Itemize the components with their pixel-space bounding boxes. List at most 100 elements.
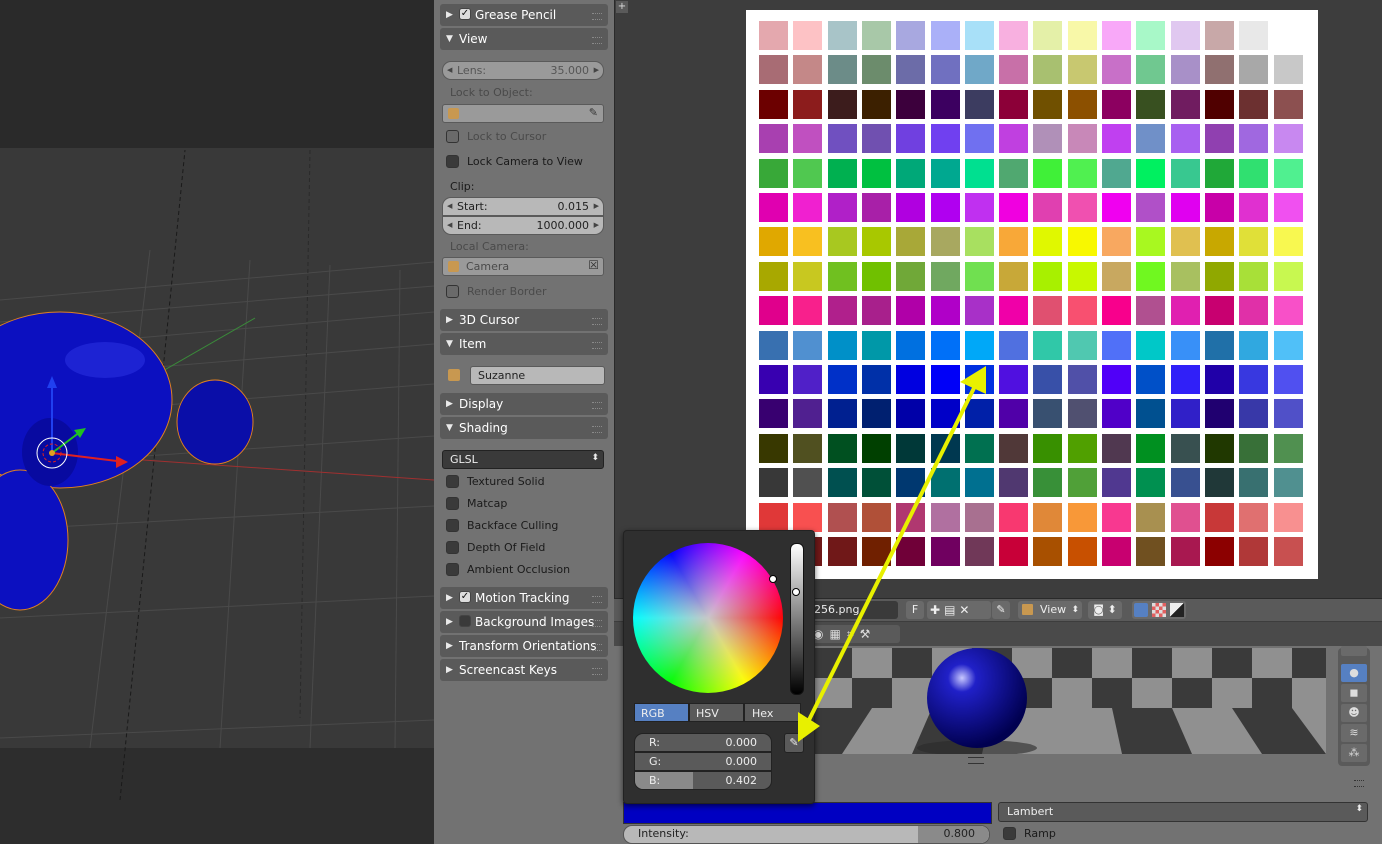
color-swatch[interactable] [930,365,960,394]
color-swatch[interactable] [759,158,788,188]
color-swatch[interactable] [930,502,960,532]
texture-icon[interactable]: ▦ [829,627,846,641]
sky-preview-icon[interactable]: ⁂ [1341,744,1367,762]
color-swatch[interactable] [1102,399,1131,429]
color-swatch[interactable] [1102,433,1131,463]
color-swatch[interactable] [1273,193,1303,222]
color-swatch[interactable] [999,55,1029,85]
color-swatch[interactable] [1273,365,1303,394]
color-swatch[interactable] [930,399,960,429]
drag-grip-icon[interactable] [592,426,602,433]
color-swatch[interactable] [1204,537,1234,566]
color-swatch[interactable] [827,468,857,498]
color-swatch[interactable] [759,296,788,326]
color-swatch[interactable] [1170,227,1200,257]
grid-icon[interactable]: ⌗ [847,627,860,641]
color-swatch[interactable] [999,89,1029,119]
color-swatch[interactable] [964,365,994,394]
color-swatch[interactable] [1204,502,1234,532]
color-swatch[interactable] [759,21,788,50]
color-swatch[interactable] [1239,399,1269,429]
color-swatch[interactable] [1170,158,1200,188]
color-swatch[interactable] [1033,365,1063,394]
motion-tracking-checkbox[interactable]: ✓ [459,591,471,603]
color-swatch[interactable] [827,261,857,291]
color-swatch[interactable] [964,193,994,222]
color-swatch[interactable] [861,55,891,85]
color-swatch[interactable] [896,537,926,566]
color-swatch[interactable] [930,330,960,360]
color-swatch[interactable] [1067,365,1097,394]
r-field[interactable]: R: 0.000 [634,733,772,752]
diffuse-shader-dropdown[interactable]: Lambert ⬍ [998,802,1368,822]
fake-user-button[interactable]: F [906,601,924,619]
color-swatch[interactable] [1033,193,1063,222]
color-swatch[interactable] [999,399,1029,429]
render-border-checkbox[interactable] [446,285,459,298]
image-name-field[interactable]: 256.png [810,601,898,619]
color-swatch[interactable] [827,433,857,463]
color-swatch[interactable] [861,433,891,463]
color-swatch[interactable] [759,261,788,291]
color-swatch[interactable] [827,89,857,119]
color-swatch[interactable] [1273,124,1303,154]
open-folder-icon[interactable]: ▤ [944,603,959,617]
color-swatch[interactable] [861,227,891,257]
color-swatch[interactable] [1136,433,1166,463]
color-swatch[interactable] [1204,261,1234,291]
color-swatch[interactable] [999,261,1029,291]
color-swatch[interactable] [759,468,788,498]
color-swatch[interactable] [1033,399,1063,429]
color-swatch[interactable] [930,89,960,119]
color-swatch[interactable] [759,227,788,257]
color-swatch[interactable] [1033,433,1063,463]
color-swatch[interactable] [896,55,926,85]
color-swatch[interactable] [827,537,857,566]
color-alpha-icon[interactable] [1134,603,1148,617]
color-swatch[interactable] [861,124,891,154]
color-swatch[interactable] [1102,296,1131,326]
color-swatch[interactable] [1273,227,1303,257]
b-field[interactable]: B: 0.402 [634,771,772,790]
drag-grip-icon[interactable] [1354,780,1364,787]
drag-grip-icon[interactable] [592,37,602,44]
color-swatch[interactable] [861,468,891,498]
color-swatch[interactable] [930,296,960,326]
color-swatch[interactable] [964,124,994,154]
color-swatch[interactable] [1136,296,1166,326]
color-swatch[interactable] [1170,89,1200,119]
color-swatch[interactable] [861,89,891,119]
panel-background-images[interactable]: ▶ Background Images [440,611,608,633]
color-swatch[interactable] [759,193,788,222]
color-swatch[interactable] [896,330,926,360]
color-swatch[interactable] [861,502,891,532]
alpha-checker-icon[interactable] [1152,603,1166,617]
color-swatch[interactable] [964,89,994,119]
color-swatch[interactable] [1033,227,1063,257]
color-swatch[interactable] [1273,21,1303,50]
color-swatch[interactable] [896,261,926,291]
color-swatch[interactable] [793,502,823,532]
sphere-preview-icon[interactable]: ● [1341,664,1367,682]
color-swatch[interactable] [896,89,926,119]
color-swatch[interactable] [1239,261,1269,291]
color-swatch[interactable] [1102,261,1131,291]
color-swatch[interactable] [1204,124,1234,154]
lock-to-cursor-checkbox[interactable] [446,130,459,143]
color-wheel[interactable] [633,543,783,693]
channels-group[interactable] [1132,601,1186,619]
color-swatch[interactable] [827,21,857,50]
tab-rgb[interactable]: RGB [634,703,689,722]
color-swatch[interactable] [1136,468,1166,498]
new-image-icon[interactable]: ✚ [930,603,944,617]
color-swatch[interactable] [1273,502,1303,532]
ambient-occlusion-checkbox[interactable] [446,563,459,576]
panel-3d-cursor[interactable]: ▶ 3D Cursor [440,309,608,331]
color-swatch[interactable] [1170,399,1200,429]
depth-of-field-checkbox[interactable] [446,541,459,554]
color-swatch[interactable] [1136,365,1166,394]
color-swatch[interactable] [1033,89,1063,119]
color-swatch[interactable] [1204,365,1234,394]
color-swatch[interactable] [999,330,1029,360]
color-swatch[interactable] [1239,124,1269,154]
